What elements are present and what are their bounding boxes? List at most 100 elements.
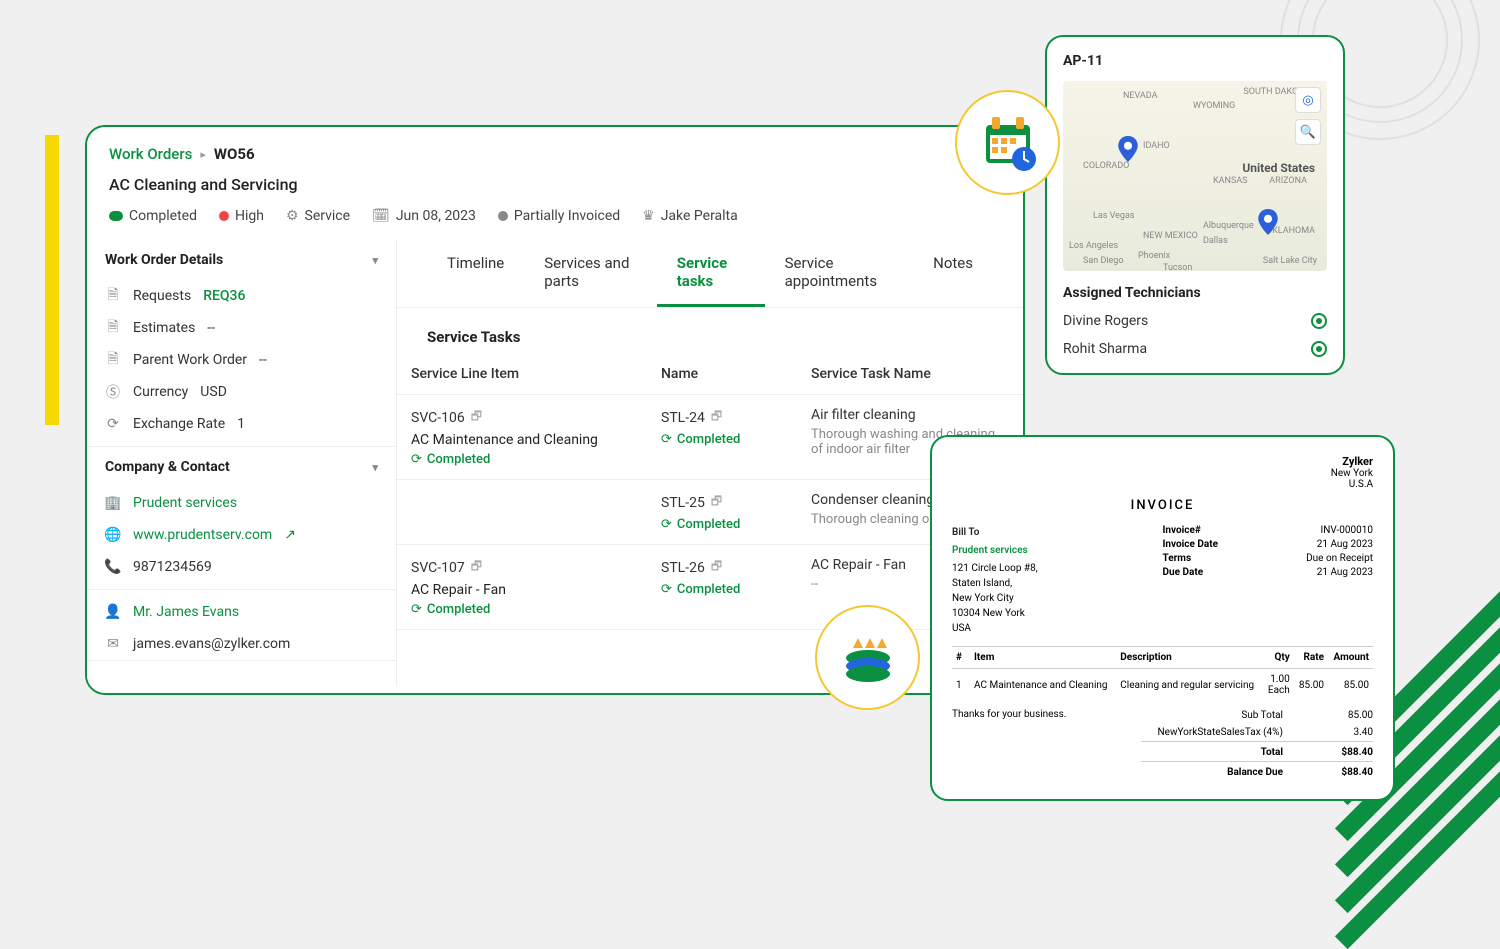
technicians-heading: Assigned Technicians bbox=[1063, 285, 1327, 301]
external-link-icon: ↗ bbox=[284, 527, 296, 543]
location-icon[interactable] bbox=[1311, 341, 1327, 357]
wo-type: Service bbox=[305, 208, 351, 224]
work-order-meta: Completed High ⚙Service 🗓Jun 08, 2023 Pa… bbox=[109, 208, 1001, 240]
priority-dot-icon bbox=[219, 211, 229, 221]
tab-notes[interactable]: Notes bbox=[913, 240, 993, 307]
invoice-card: Zylker New York U.S.A INVOICE Bill To Pr… bbox=[930, 435, 1395, 801]
svc-name: AC Repair - Fan bbox=[411, 582, 633, 598]
website-link[interactable]: www.prudentserv.com bbox=[133, 527, 272, 543]
open-icon[interactable]: 🗗 bbox=[471, 407, 482, 428]
crown-icon: ♛ bbox=[642, 208, 655, 224]
col-service-line: Service Line Item bbox=[397, 354, 647, 394]
mail-icon: ✉ bbox=[105, 636, 121, 652]
tab-service-tasks[interactable]: Service tasks bbox=[657, 240, 765, 307]
appointment-id: AP-11 bbox=[1063, 53, 1327, 69]
status-dot-icon bbox=[109, 211, 123, 221]
technician-name: Rohit Sharma bbox=[1063, 341, 1147, 357]
user-icon: 👤 bbox=[105, 604, 121, 620]
company-website-row[interactable]: 🌐 www.prudentserv.com ↗ bbox=[87, 519, 396, 551]
detail-currency: Ⓢ Currency USD bbox=[87, 376, 396, 408]
detail-estimates[interactable]: 🗎 Estimates -- bbox=[87, 312, 396, 344]
globe-icon: 🌐 bbox=[105, 527, 121, 543]
map-zoom-button[interactable]: 🔍 bbox=[1295, 119, 1321, 145]
invoice-title: INVOICE bbox=[952, 498, 1373, 513]
location-icon[interactable] bbox=[1311, 313, 1327, 329]
section-label: Work Order Details bbox=[105, 252, 223, 268]
map-pin-icon bbox=[1258, 209, 1278, 235]
bg-accent-yellow bbox=[45, 135, 59, 425]
tabs: Timeline Services and parts Service task… bbox=[397, 240, 1023, 308]
company-link[interactable]: Prudent services bbox=[133, 495, 237, 511]
calendar-schedule-icon bbox=[955, 90, 1060, 195]
tab-appointments[interactable]: Service appointments bbox=[765, 240, 914, 307]
invoice-dot-icon bbox=[498, 211, 508, 221]
map[interactable]: United States NEVADA WYOMING SOUTH DAKOT… bbox=[1063, 81, 1327, 271]
contact-email-row[interactable]: ✉ james.evans@zylker.com bbox=[87, 628, 396, 660]
detail-requests[interactable]: 🗎 Requests REQ36 bbox=[87, 280, 396, 312]
open-icon[interactable]: 🗗 bbox=[471, 557, 482, 578]
detail-parent-wo[interactable]: 🗎 Parent Work Order -- bbox=[87, 344, 396, 376]
map-country-label: United States bbox=[1242, 161, 1315, 175]
chevron-right-icon: ▸ bbox=[200, 148, 206, 161]
document-icon: 🗎 bbox=[105, 288, 121, 304]
technician-row[interactable]: Divine Rogers bbox=[1063, 313, 1327, 329]
invoice-customer[interactable]: Prudent services bbox=[952, 543, 1141, 558]
invoice-thanks: Thanks for your business. bbox=[952, 709, 1066, 781]
tab-services-parts[interactable]: Services and parts bbox=[524, 240, 656, 307]
section-company-contact[interactable]: Company & Contact ▾ bbox=[87, 447, 396, 487]
breadcrumb-current: WO56 bbox=[214, 145, 255, 163]
stl-code: STL-26 bbox=[661, 560, 705, 576]
wo-assignee: Jake Peralta bbox=[661, 208, 738, 224]
map-pin-icon bbox=[1118, 136, 1138, 162]
open-icon[interactable]: 🗗 bbox=[711, 407, 722, 428]
contact-link[interactable]: Mr. James Evans bbox=[133, 604, 239, 620]
company-name-row[interactable]: 🏢 Prudent services bbox=[87, 487, 396, 519]
work-order-title: AC Cleaning and Servicing bbox=[109, 175, 1001, 194]
svc-name: AC Maintenance and Cleaning bbox=[411, 432, 633, 448]
detail-exchange-rate: ⟳ Exchange Rate 1 bbox=[87, 408, 396, 446]
bill-to-label: Bill To bbox=[952, 525, 1141, 540]
check-icon: ⟳ bbox=[661, 582, 672, 597]
open-icon[interactable]: 🗗 bbox=[711, 557, 722, 578]
check-icon: ⟳ bbox=[411, 452, 422, 467]
contact-name-row[interactable]: 👤 Mr. James Evans bbox=[87, 590, 396, 628]
details-sidebar: Work Order Details ▾ 🗎 Requests REQ36 🗎 … bbox=[87, 240, 397, 686]
document-icon: 🗎 bbox=[105, 352, 121, 368]
technician-row[interactable]: Rohit Sharma bbox=[1063, 341, 1327, 357]
stl-code: STL-25 bbox=[661, 495, 705, 511]
invoice-country: U.S.A bbox=[1349, 479, 1373, 490]
wo-date: Jun 08, 2023 bbox=[396, 208, 476, 224]
section-work-order-details[interactable]: Work Order Details ▾ bbox=[87, 240, 396, 280]
col-task-name: Service Task Name bbox=[797, 354, 1023, 394]
company-phone-row[interactable]: 📞 9871234569 bbox=[87, 551, 396, 583]
wo-status: Completed bbox=[129, 208, 197, 224]
check-icon: ⟳ bbox=[661, 517, 672, 532]
open-icon[interactable]: 🗗 bbox=[711, 492, 722, 513]
map-locate-button[interactable]: ◎ bbox=[1295, 87, 1321, 113]
wo-invoice-status: Partially Invoiced bbox=[514, 208, 620, 224]
appointment-card: AP-11 United States NEVADA WYOMING SOUTH… bbox=[1045, 35, 1345, 375]
requests-link[interactable]: REQ36 bbox=[203, 288, 245, 304]
gear-icon: ⚙ bbox=[286, 208, 299, 224]
technician-name: Divine Rogers bbox=[1063, 313, 1148, 329]
breadcrumb: Work Orders ▸ WO56 bbox=[109, 145, 1001, 163]
breadcrumb-parent[interactable]: Work Orders bbox=[109, 145, 192, 163]
invoice-line: 1 AC Maintenance and Cleaning Cleaning a… bbox=[952, 669, 1373, 702]
svc-code: SVC-106 bbox=[411, 410, 465, 426]
svc-code: SVC-107 bbox=[411, 560, 465, 576]
section-label: Company & Contact bbox=[105, 459, 230, 475]
invoice-table: # Item Description Qty Rate Amount 1 AC … bbox=[952, 646, 1373, 701]
invoice-city: New York bbox=[1331, 468, 1373, 479]
col-name: Name bbox=[647, 354, 797, 394]
document-icon: 🗎 bbox=[105, 320, 121, 336]
chevron-down-icon: ▾ bbox=[372, 461, 378, 474]
calendar-icon: 🗓 bbox=[372, 208, 390, 224]
invoice-company: Zylker bbox=[1342, 455, 1373, 468]
tab-timeline[interactable]: Timeline bbox=[427, 240, 524, 307]
money-stack-icon bbox=[815, 605, 920, 710]
service-tasks-heading: Service Tasks bbox=[397, 308, 1023, 354]
task-name: Air filter cleaning bbox=[811, 407, 1009, 423]
exchange-icon: ⟳ bbox=[105, 416, 121, 432]
chevron-down-icon: ▾ bbox=[372, 254, 378, 267]
building-icon: 🏢 bbox=[105, 495, 121, 511]
